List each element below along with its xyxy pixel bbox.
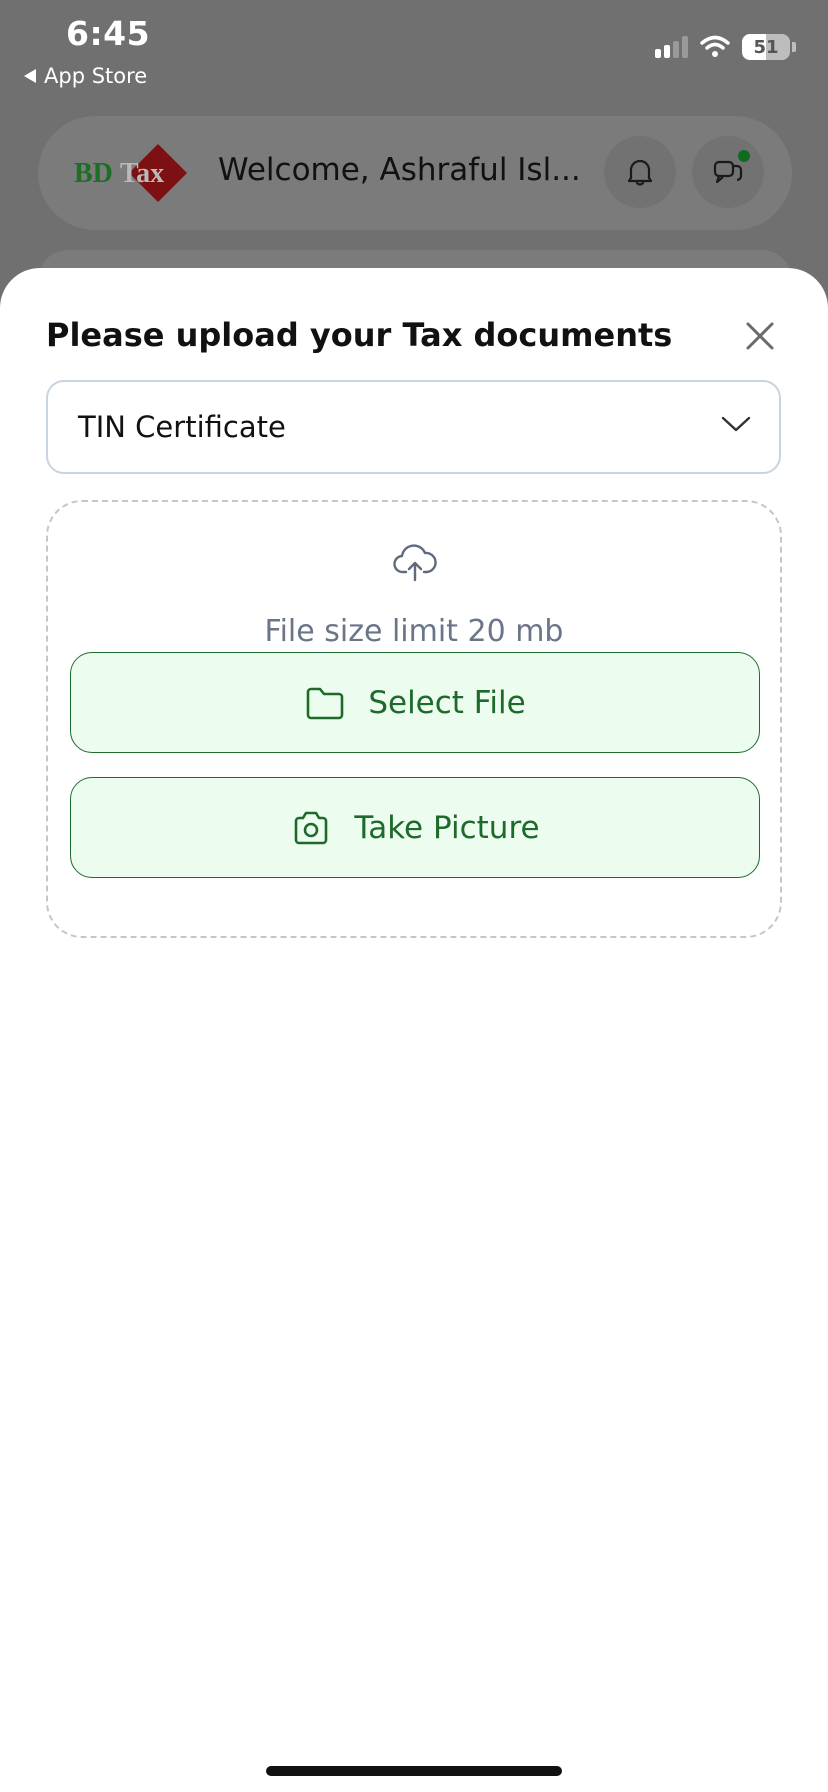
sheet-title: Please upload your Tax documents: [46, 316, 673, 354]
close-button[interactable]: [742, 318, 778, 354]
file-size-limit: File size limit 20 mb: [264, 614, 564, 649]
unread-dot: [738, 150, 750, 162]
home-indicator: [266, 1766, 562, 1776]
chat-button[interactable]: [692, 136, 764, 208]
folder-icon: [307, 687, 344, 719]
chevron-down-icon: [721, 416, 751, 432]
take-picture-button[interactable]: Take Picture: [70, 777, 760, 878]
bdtax-logo: BD Tax: [74, 144, 187, 202]
back-label: App Store: [44, 64, 148, 88]
back-to-app-store[interactable]: App Store: [24, 64, 147, 88]
take-picture-label: Take Picture: [354, 809, 540, 846]
close-icon: [746, 322, 774, 350]
wifi-icon: [700, 35, 730, 57]
svg-text:BD: BD: [74, 158, 113, 189]
status-time: 6:45: [66, 14, 151, 53]
svg-text:Tax: Tax: [120, 158, 164, 189]
battery-icon: 51: [742, 34, 790, 60]
cloud-upload-icon: [393, 544, 437, 582]
chat-icon: [713, 160, 743, 184]
camera-icon: [295, 811, 328, 844]
document-type-select[interactable]: TIN Certificate: [46, 380, 781, 474]
select-file-button[interactable]: Select File: [70, 652, 760, 753]
select-file-label: Select File: [368, 684, 526, 721]
battery-level: 51: [753, 36, 779, 58]
screen: 6:45 App Store 51 BD Tax Welcome, Ashraf…: [0, 0, 828, 1792]
app-header: BD Tax Welcome, Ashraful Isl...: [38, 116, 792, 230]
status-indicators: 51: [655, 34, 796, 60]
welcome-text: Welcome, Ashraful Isl...: [218, 152, 581, 188]
upload-dropzone[interactable]: File size limit 20 mb Select File Take P…: [46, 500, 782, 938]
upload-sheet: Please upload your Tax documents TIN Cer…: [0, 268, 828, 1792]
back-arrow-icon: [24, 69, 36, 83]
document-type-value: TIN Certificate: [78, 410, 286, 444]
notifications-button[interactable]: [604, 136, 676, 208]
signal-icon: [655, 36, 688, 58]
bell-icon: [627, 159, 653, 186]
